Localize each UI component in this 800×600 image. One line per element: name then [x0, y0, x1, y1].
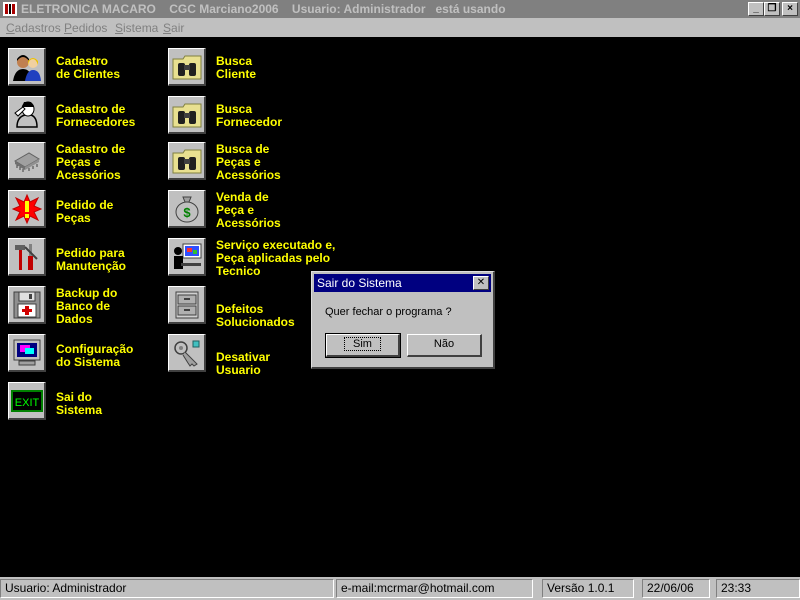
keys-icon	[174, 340, 200, 367]
floppy-icon	[13, 291, 41, 319]
busca-pecas-button[interactable]	[168, 142, 206, 180]
menu-sair[interactable]: Sair	[163, 21, 184, 35]
dialog-title: Sair do Sistema	[317, 276, 402, 290]
dialog-message: Quer fechar o programa ?	[325, 306, 452, 318]
cadastro-clientes-label: Cadastro de Clientes	[56, 54, 121, 81]
app-icon	[3, 2, 17, 16]
close-window-button[interactable]: ×	[782, 2, 798, 16]
supplier-icon	[14, 101, 38, 128]
status-version: Versão 1.0.1	[542, 579, 634, 598]
title-bar: ELETRONICA MACARO CGC Marciano2006 Usuar…	[0, 0, 800, 18]
pedido-manutencao-button[interactable]	[8, 238, 46, 276]
status-date: 22/06/06	[642, 579, 710, 598]
no-button-label: Não	[433, 338, 455, 350]
minimize-button[interactable]: _	[748, 2, 764, 16]
exit-dialog: Sair do Sistema ✕ Quer fechar o programa…	[311, 271, 495, 369]
people-icon	[13, 55, 41, 81]
chip-icon	[14, 152, 40, 172]
status-email: e-mail:mcrmar@hotmail.com	[336, 579, 533, 598]
binoculars-folder-icon	[172, 55, 202, 80]
servico-executado-button[interactable]	[168, 238, 206, 276]
exit-icon: EXIT	[11, 390, 43, 412]
pedido-manutencao-label: Pedido para Manutenção	[56, 246, 127, 273]
pedido-pecas-label: Pedido de Peças	[56, 198, 114, 225]
busca-cliente-label: Busca Cliente	[216, 54, 257, 81]
configuracao-label: Configuração do Sistema	[56, 342, 134, 369]
dialog-title-bar: Sair do Sistema ✕	[314, 274, 491, 292]
no-button[interactable]: Não	[407, 334, 482, 357]
cadastro-fornecedores-button[interactable]	[8, 96, 46, 134]
busca-fornecedor-button[interactable]	[168, 96, 206, 134]
cadastro-fornecedores-label: Cadastro de Fornecedores	[56, 102, 136, 129]
defeitos-button[interactable]	[168, 286, 206, 324]
menu-bar: Cadastros Pedidos Sistema Sair	[0, 18, 800, 37]
busca-fornecedor-label: Busca Fornecedor	[216, 102, 283, 129]
exit-icon-text: EXIT	[15, 397, 40, 409]
backup-label: Backup do Banco de Dados	[56, 286, 118, 326]
monitor-icon	[13, 339, 41, 366]
window-title: ELETRONICA MACARO CGC Marciano2006 Usuar…	[21, 2, 506, 16]
venda-peca-label: Venda de Peça e Acessórios	[216, 190, 281, 230]
cadastro-clientes-button[interactable]	[8, 48, 46, 86]
yes-button-label: Sim	[344, 337, 381, 351]
status-time: 23:33	[716, 579, 800, 598]
cadastro-pecas-label: Cadastro de Peças e Acessórios	[56, 142, 126, 182]
binoculars-folder-icon	[172, 103, 202, 128]
technician-icon	[174, 243, 202, 269]
menu-pedidos[interactable]: Pedidos	[64, 21, 107, 35]
busca-pecas-label: Busca de Peças e Acessórios	[216, 142, 281, 182]
binoculars-folder-icon	[172, 149, 202, 174]
pedido-pecas-button[interactable]	[8, 190, 46, 228]
desativar-usuario-button[interactable]	[168, 334, 206, 372]
backup-button[interactable]	[8, 286, 46, 324]
cadastro-pecas-button[interactable]	[8, 142, 46, 180]
tools-icon	[15, 244, 38, 270]
restore-button[interactable]: ❐	[764, 2, 780, 16]
menu-sistema[interactable]: Sistema	[115, 21, 158, 35]
alert-icon	[11, 193, 43, 225]
status-bar: Usuario: Administrador e-mail:mcrmar@hot…	[0, 577, 800, 600]
money-bag-icon: $	[175, 196, 199, 223]
configuracao-button[interactable]	[8, 334, 46, 372]
menu-cadastros[interactable]: Cadastros	[6, 21, 61, 35]
status-user: Usuario: Administrador	[0, 579, 334, 598]
sair-sistema-label: Sai do Sistema	[56, 390, 103, 417]
sair-sistema-button[interactable]: EXIT	[8, 382, 46, 420]
yes-button[interactable]: Sim	[325, 333, 401, 358]
defeitos-label: Defeitos Solucionados	[216, 302, 295, 329]
desativar-usuario-label: Desativar Usuario	[216, 350, 271, 377]
svg-text:$: $	[183, 205, 191, 220]
busca-cliente-button[interactable]	[168, 48, 206, 86]
dialog-close-button[interactable]: ✕	[473, 276, 489, 290]
venda-peca-button[interactable]: $	[168, 190, 206, 228]
cabinet-icon	[175, 291, 199, 319]
